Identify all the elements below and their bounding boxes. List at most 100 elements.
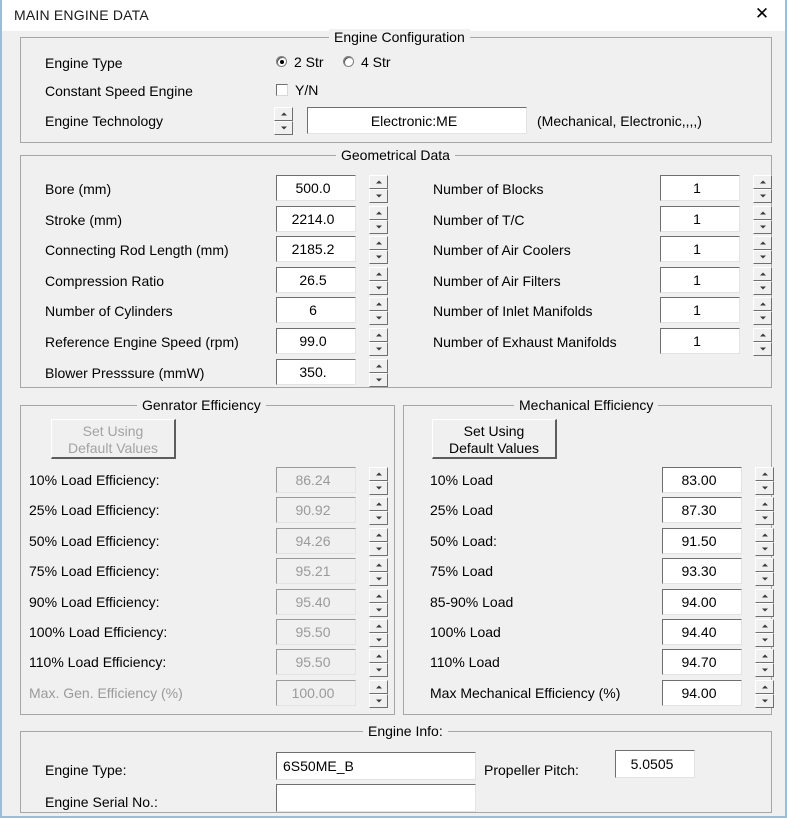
geometrical-right-spinner-0[interactable] <box>753 175 772 203</box>
mechanical-spinner-1-up[interactable] <box>755 497 774 512</box>
mechanical-spinner-0-up[interactable] <box>755 467 774 481</box>
generator-field-1[interactable]: 90.92 <box>276 497 356 524</box>
mechanical-field-2[interactable]: 91.50 <box>662 527 742 554</box>
generator-spinner-0-up[interactable] <box>369 467 388 481</box>
generator-field-7[interactable]: 100.00 <box>276 679 356 706</box>
constant-speed-checkbox[interactable] <box>276 84 288 96</box>
geometrical-left-field-0[interactable]: 500.0 <box>276 175 356 201</box>
geometrical-left-field-1[interactable]: 2214.0 <box>276 205 356 232</box>
mechanical-spinner-0-down[interactable] <box>755 481 774 495</box>
geometrical-right-field-4[interactable]: 1 <box>660 297 740 324</box>
engine-serial-no-field[interactable] <box>276 784 476 812</box>
geometrical-right-spinner-0-down[interactable] <box>753 189 772 203</box>
generator-set-default-values-button[interactable]: Set Using Default Values <box>51 419 176 459</box>
geometrical-left-spinner-6[interactable] <box>369 358 388 387</box>
mechanical-field-4[interactable]: 94.00 <box>662 588 742 615</box>
generator-spinner-7-down[interactable] <box>369 693 388 708</box>
mechanical-spinner-0[interactable] <box>755 467 774 495</box>
mechanical-spinner-1-down[interactable] <box>755 511 774 526</box>
engine-info-type-field[interactable]: 6S50ME_B <box>276 752 476 780</box>
mechanical-field-1[interactable]: 87.30 <box>662 497 742 524</box>
mechanical-field-6[interactable]: 94.70 <box>662 649 742 676</box>
generator-spinner-3-down[interactable] <box>369 572 388 587</box>
mechanical-spinner-3-up[interactable] <box>755 558 774 573</box>
geometrical-right-spinner-5[interactable] <box>753 328 772 356</box>
geometrical-right-spinner-4[interactable] <box>753 297 772 326</box>
mechanical-field-5[interactable]: 94.40 <box>662 619 742 645</box>
geometrical-left-spinner-5-down[interactable] <box>369 342 388 356</box>
geometrical-right-field-0[interactable]: 1 <box>660 175 740 201</box>
generator-spinner-1-up[interactable] <box>369 497 388 512</box>
geometrical-right-spinner-0-up[interactable] <box>753 175 772 189</box>
generator-spinner-1[interactable] <box>369 497 388 526</box>
generator-spinner-0-down[interactable] <box>369 481 388 495</box>
generator-spinner-6[interactable] <box>369 649 388 678</box>
geometrical-left-spinner-3-down[interactable] <box>369 280 388 295</box>
geometrical-left-spinner-4-down[interactable] <box>369 311 388 326</box>
geometrical-left-spinner-0[interactable] <box>369 175 388 203</box>
mechanical-spinner-6-down[interactable] <box>755 663 774 678</box>
generator-spinner-7-up[interactable] <box>369 679 388 694</box>
generator-spinner-5[interactable] <box>369 619 388 647</box>
radio-4-str[interactable] <box>343 56 354 67</box>
geometrical-right-field-1[interactable]: 1 <box>660 205 740 232</box>
generator-field-2[interactable]: 94.26 <box>276 527 356 554</box>
generator-field-0[interactable]: 86.24 <box>276 467 356 493</box>
geometrical-right-spinner-4-up[interactable] <box>753 297 772 312</box>
generator-spinner-6-down[interactable] <box>369 663 388 678</box>
mechanical-spinner-4-up[interactable] <box>755 588 774 603</box>
geometrical-left-field-2[interactable]: 2185.2 <box>276 236 356 263</box>
mechanical-spinner-6[interactable] <box>755 649 774 678</box>
geometrical-left-spinner-6-down[interactable] <box>369 372 388 387</box>
geometrical-right-field-2[interactable]: 1 <box>660 236 740 263</box>
generator-field-5[interactable]: 95.50 <box>276 619 356 645</box>
geometrical-right-spinner-4-down[interactable] <box>753 311 772 326</box>
mechanical-spinner-3-down[interactable] <box>755 572 774 587</box>
mechanical-spinner-2[interactable] <box>755 527 774 556</box>
geometrical-left-spinner-3[interactable] <box>369 266 388 295</box>
geometrical-left-spinner-4-up[interactable] <box>369 297 388 312</box>
mechanical-spinner-6-up[interactable] <box>755 649 774 664</box>
generator-spinner-4[interactable] <box>369 588 388 617</box>
geometrical-right-spinner-5-down[interactable] <box>753 342 772 356</box>
mechanical-spinner-4[interactable] <box>755 588 774 617</box>
mechanical-field-3[interactable]: 93.30 <box>662 558 742 585</box>
geometrical-left-spinner-2-up[interactable] <box>369 236 388 251</box>
generator-spinner-1-down[interactable] <box>369 511 388 526</box>
generator-spinner-5-down[interactable] <box>369 633 388 647</box>
geometrical-left-spinner-5[interactable] <box>369 328 388 356</box>
geometrical-left-spinner-4[interactable] <box>369 297 388 326</box>
generator-field-4[interactable]: 95.40 <box>276 588 356 615</box>
mechanical-spinner-5-up[interactable] <box>755 619 774 633</box>
mechanical-spinner-3[interactable] <box>755 558 774 587</box>
generator-spinner-4-up[interactable] <box>369 588 388 603</box>
geometrical-left-field-3[interactable]: 26.5 <box>276 266 356 293</box>
geometrical-right-spinner-3[interactable] <box>753 266 772 295</box>
mechanical-spinner-2-down[interactable] <box>755 541 774 556</box>
generator-spinner-3-up[interactable] <box>369 558 388 573</box>
mechanical-set-default-values-button[interactable]: Set Using Default Values <box>432 419 557 459</box>
geometrical-right-spinner-3-down[interactable] <box>753 280 772 295</box>
engine-technology-spinner-down[interactable] <box>274 121 293 135</box>
geometrical-left-spinner-1[interactable] <box>369 205 388 234</box>
generator-spinner-5-up[interactable] <box>369 619 388 633</box>
generator-spinner-3[interactable] <box>369 558 388 587</box>
geometrical-left-field-4[interactable]: 6 <box>276 297 356 324</box>
mechanical-spinner-7[interactable] <box>755 679 774 708</box>
generator-spinner-6-up[interactable] <box>369 649 388 664</box>
generator-spinner-4-down[interactable] <box>369 602 388 617</box>
mechanical-spinner-1[interactable] <box>755 497 774 526</box>
geometrical-right-field-3[interactable]: 1 <box>660 266 740 293</box>
geometrical-left-spinner-2-down[interactable] <box>369 250 388 265</box>
generator-spinner-7[interactable] <box>369 679 388 708</box>
generator-spinner-2-up[interactable] <box>369 527 388 542</box>
geometrical-left-spinner-2[interactable] <box>369 236 388 265</box>
geometrical-left-spinner-3-up[interactable] <box>369 266 388 281</box>
mechanical-field-0[interactable]: 83.00 <box>662 467 742 493</box>
engine-technology-spinner[interactable] <box>274 107 293 135</box>
geometrical-left-spinner-0-up[interactable] <box>369 175 388 189</box>
mechanical-spinner-5[interactable] <box>755 619 774 647</box>
generator-spinner-0[interactable] <box>369 467 388 495</box>
geometrical-left-spinner-1-up[interactable] <box>369 205 388 220</box>
geometrical-right-spinner-3-up[interactable] <box>753 266 772 281</box>
